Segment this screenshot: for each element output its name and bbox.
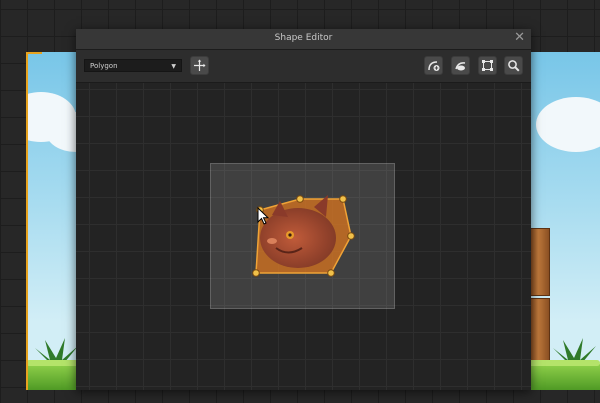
remove-point-icon — [455, 62, 466, 71]
remove-point-button[interactable] — [451, 56, 470, 75]
shape-canvas[interactable] — [76, 83, 531, 390]
wooden-crate — [530, 298, 550, 366]
fit-bounds-button[interactable] — [478, 56, 497, 75]
wooden-crate — [530, 228, 550, 296]
vertex-handle[interactable] — [252, 269, 260, 277]
close-icon[interactable]: ✕ — [514, 30, 525, 46]
shape-type-value: Polygon — [90, 62, 118, 70]
origin-move-button[interactable] — [190, 56, 209, 75]
scene-selection-border-top — [26, 52, 42, 54]
add-point-button[interactable] — [424, 56, 443, 75]
toolbar: Polygon ▼ — [76, 50, 531, 83]
vertex-handle[interactable] — [347, 232, 355, 240]
chevron-down-icon: ▼ — [171, 63, 176, 70]
zoom-button[interactable] — [504, 56, 523, 75]
title-bar[interactable]: Shape Editor ✕ — [76, 29, 531, 50]
polygon-overlay[interactable] — [76, 83, 531, 390]
bounds-icon — [482, 60, 493, 71]
vertex-handle[interactable] — [296, 195, 304, 203]
window-title: Shape Editor — [274, 33, 333, 43]
vertex-handle[interactable] — [327, 269, 335, 277]
vertex-handle[interactable] — [339, 195, 347, 203]
shape-editor-window: Shape Editor ✕ Polygon ▼ — [76, 29, 531, 390]
magnifier-icon — [508, 60, 520, 72]
crosshair-arrows-icon — [194, 59, 206, 71]
scene-selection-border — [26, 52, 28, 390]
add-point-icon — [428, 61, 440, 71]
shape-type-dropdown[interactable]: Polygon ▼ — [84, 59, 182, 72]
